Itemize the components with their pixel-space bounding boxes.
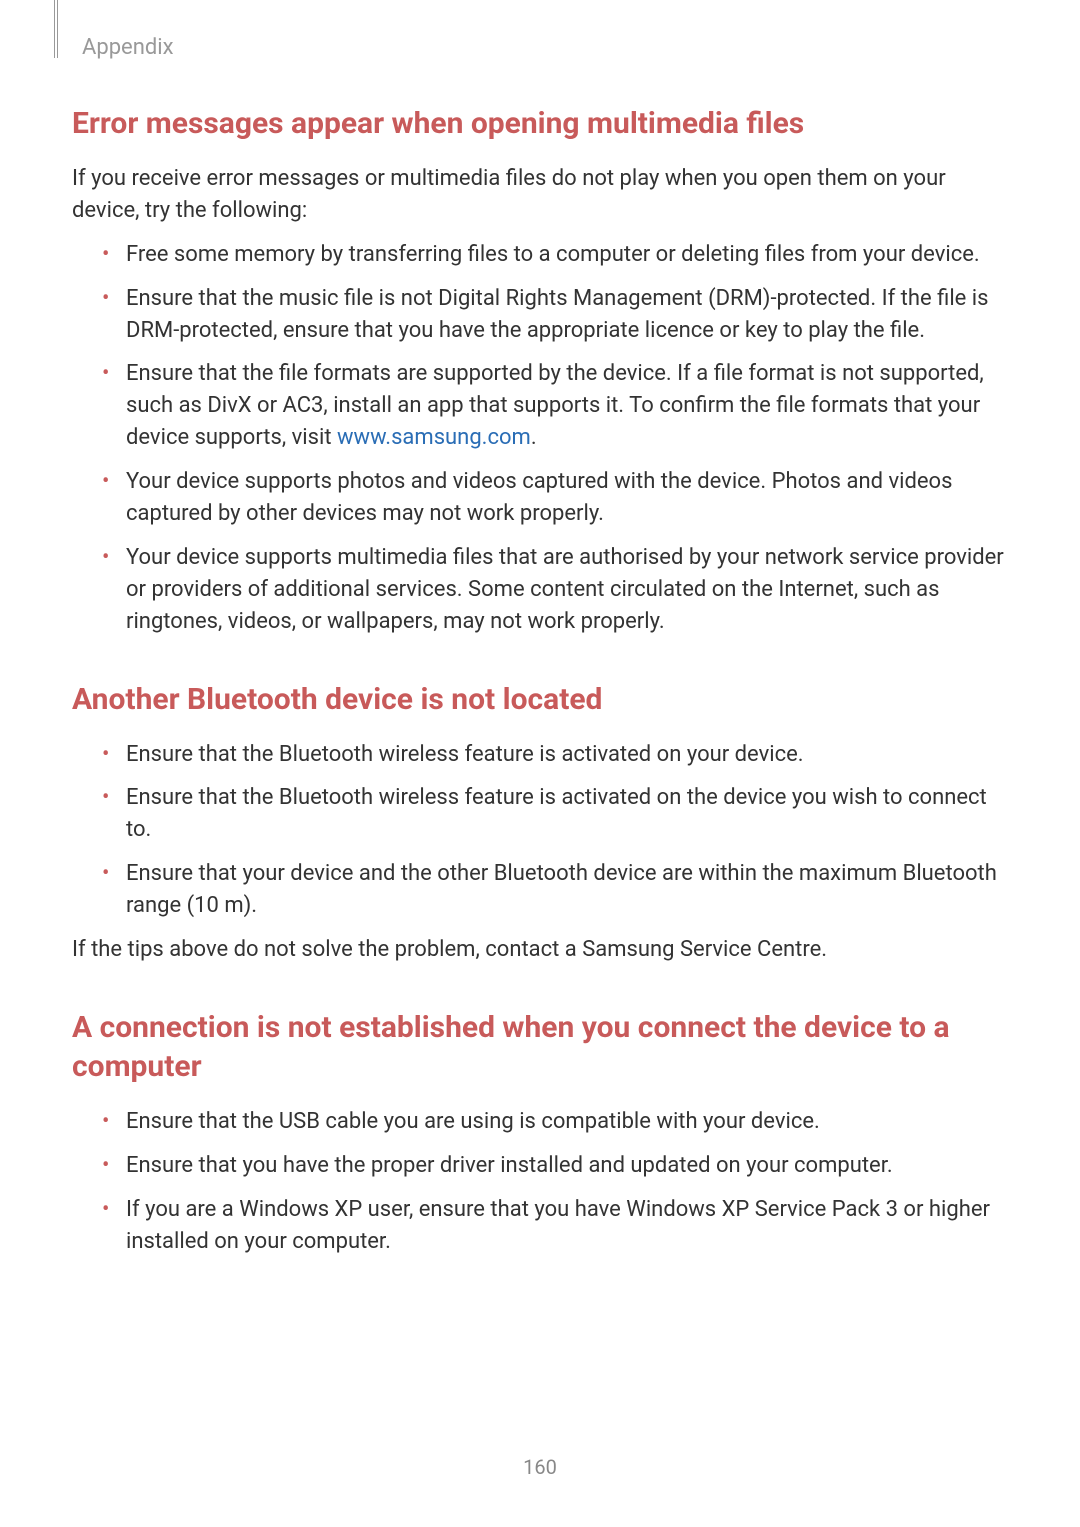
section-label: Appendix xyxy=(82,35,174,60)
list-item: Ensure that the music file is not Digita… xyxy=(102,283,1008,347)
list-item: Your device supports photos and videos c… xyxy=(102,466,1008,530)
page-number: 160 xyxy=(0,1455,1080,1479)
intro-paragraph: If you receive error messages or multime… xyxy=(72,163,1008,227)
list-connection: Ensure that the USB cable you are using … xyxy=(72,1106,1008,1258)
samsung-link[interactable]: www.samsung.com xyxy=(337,425,531,450)
list-item: Ensure that you have the proper driver i… xyxy=(102,1150,1008,1182)
list-item: Ensure that the Bluetooth wireless featu… xyxy=(102,782,1008,846)
list-item: Ensure that the USB cable you are using … xyxy=(102,1106,1008,1138)
header-marker xyxy=(54,0,58,58)
outro-paragraph: If the tips above do not solve the probl… xyxy=(72,934,1008,966)
heading-connection: A connection is not established when you… xyxy=(72,1008,1008,1086)
heading-error-messages: Error messages appear when opening multi… xyxy=(72,104,1008,143)
list-error-messages: Free some memory by transferring files t… xyxy=(72,239,1008,638)
list-item: If you are a Windows XP user, ensure tha… xyxy=(102,1194,1008,1258)
list-item: Your device supports multimedia files th… xyxy=(102,542,1008,638)
list-item-text: Ensure that the file formats are support… xyxy=(126,361,984,450)
page-content: Error messages appear when opening multi… xyxy=(0,0,1080,1257)
list-bluetooth: Ensure that the Bluetooth wireless featu… xyxy=(72,739,1008,922)
list-item: Ensure that your device and the other Bl… xyxy=(102,858,1008,922)
list-item: Ensure that the Bluetooth wireless featu… xyxy=(102,739,1008,771)
list-item: Free some memory by transferring files t… xyxy=(102,239,1008,271)
heading-bluetooth: Another Bluetooth device is not located xyxy=(72,680,1008,719)
list-item: Ensure that the file formats are support… xyxy=(102,358,1008,454)
list-item-suffix: . xyxy=(531,425,537,450)
